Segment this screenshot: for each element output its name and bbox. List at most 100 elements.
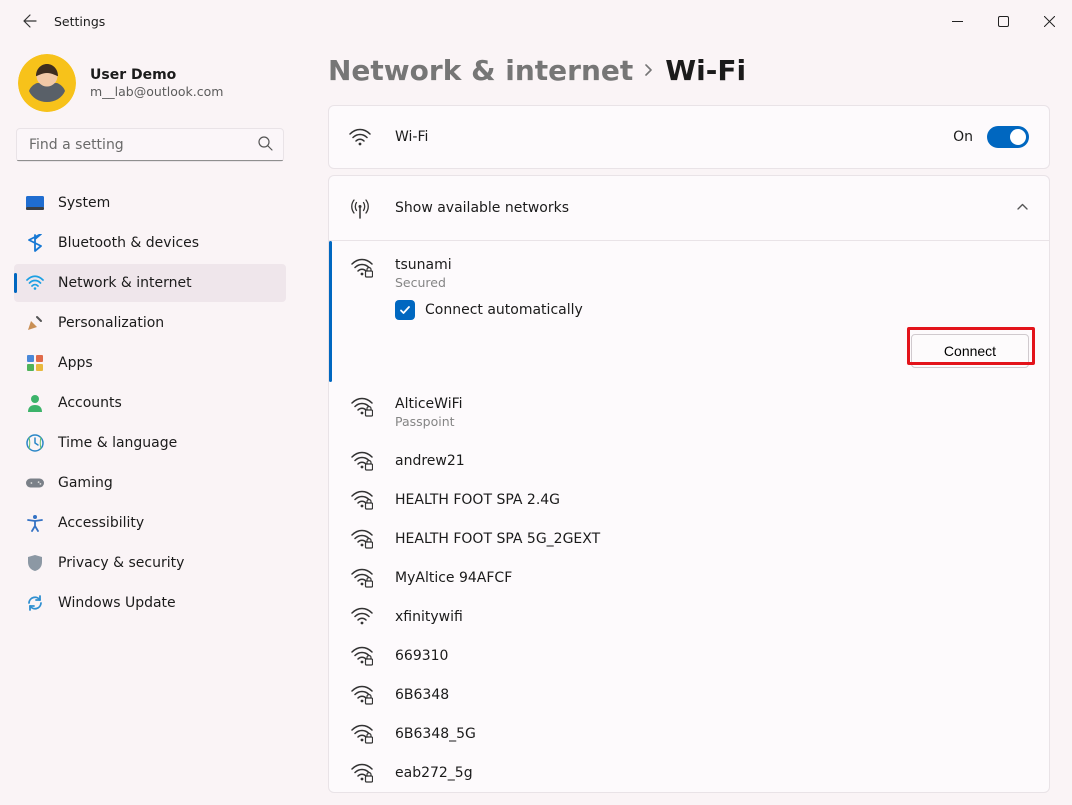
personalization-icon [26, 314, 44, 332]
titlebar: Settings [0, 0, 1072, 42]
time-icon [26, 434, 44, 452]
update-icon [26, 594, 44, 612]
sidebar-item-time[interactable]: Time & language [14, 424, 286, 462]
window-title: Settings [54, 14, 105, 29]
sidebar-item-personalization[interactable]: Personalization [14, 304, 286, 342]
user-name: User Demo [90, 67, 223, 83]
network-name: AlticeWiFi [395, 396, 463, 412]
available-networks-header[interactable]: Show available networks [329, 176, 1049, 240]
network-name: 6B6348_5G [395, 726, 476, 742]
network-item[interactable]: HEALTH FOOT SPA 2.4G [329, 480, 1049, 519]
sidebar-item-accounts[interactable]: Accounts [14, 384, 286, 422]
checkmark-icon [399, 304, 411, 316]
close-button[interactable] [1026, 0, 1072, 42]
chevron-up-icon [1016, 200, 1029, 217]
network-list: tsunami Secured Connect automatically Co… [329, 240, 1049, 792]
accessibility-icon [26, 514, 44, 532]
network-item[interactable]: eab272_5g [329, 753, 1049, 792]
wifi-secured-icon [351, 724, 375, 744]
network-item[interactable]: 6B6348 [329, 675, 1049, 714]
wifi-switch[interactable] [987, 126, 1029, 148]
network-name: HEALTH FOOT SPA 5G_2GEXT [395, 531, 600, 547]
network-name: 669310 [395, 648, 448, 664]
network-item[interactable]: xfinitywifi [329, 597, 1049, 636]
antenna-icon [349, 197, 373, 219]
sidebar-item-network[interactable]: Network & internet [14, 264, 286, 302]
wifi-secured-icon [351, 685, 375, 705]
breadcrumb-current: Wi-Fi [665, 54, 746, 87]
user-email: m__lab@outlook.com [90, 84, 223, 99]
sidebar-item-system[interactable]: System [14, 184, 286, 222]
sidebar-item-bluetooth[interactable]: Bluetooth & devices [14, 224, 286, 262]
connect-button[interactable]: Connect [911, 334, 1029, 368]
network-status: Secured [395, 275, 452, 290]
network-item[interactable]: HEALTH FOOT SPA 5G_2GEXT [329, 519, 1049, 558]
network-name: 6B6348 [395, 687, 449, 703]
network-item[interactable]: 6B6348_5G [329, 714, 1049, 753]
accounts-icon [26, 394, 44, 412]
back-button[interactable] [14, 5, 46, 37]
sidebar-item-label: Windows Update [58, 595, 176, 611]
network-item[interactable]: AlticeWiFi Passpoint [329, 382, 1049, 441]
maximize-icon [998, 16, 1009, 27]
network-name: eab272_5g [395, 765, 473, 781]
wifi-secured-icon [351, 397, 375, 417]
apps-icon [26, 354, 44, 372]
sidebar: User Demo m__lab@outlook.com System Bluet… [0, 42, 300, 805]
nav-list: System Bluetooth & devices Network & inter… [14, 184, 286, 622]
network-name: tsunami [395, 257, 452, 273]
sidebar-item-update[interactable]: Windows Update [14, 584, 286, 622]
sidebar-item-privacy[interactable]: Privacy & security [14, 544, 286, 582]
wifi-secured-icon [351, 529, 375, 549]
breadcrumb: Network & internet Wi-Fi [328, 54, 1050, 87]
wifi-secured-icon [351, 646, 375, 666]
main-panel: Network & internet Wi-Fi Wi-Fi On Show a… [300, 42, 1072, 805]
network-item[interactable]: MyAltice 94AFCF [329, 558, 1049, 597]
sidebar-item-label: Privacy & security [58, 555, 184, 571]
wifi-secured-icon [351, 763, 375, 783]
gaming-icon [26, 474, 44, 492]
wifi-secured-icon [351, 451, 375, 471]
chevron-right-icon [643, 60, 655, 81]
maximize-button[interactable] [980, 0, 1026, 42]
available-networks-card: Show available networks tsunami Secured [328, 175, 1050, 793]
wifi-icon [349, 128, 373, 146]
network-name: xfinitywifi [395, 609, 463, 625]
search-icon [258, 136, 273, 155]
search-input[interactable] [27, 136, 258, 154]
sidebar-item-label: Accessibility [58, 515, 144, 531]
sidebar-item-label: Apps [58, 355, 93, 371]
breadcrumb-parent[interactable]: Network & internet [328, 54, 633, 87]
wifi-open-icon [351, 607, 375, 627]
minimize-button[interactable] [934, 0, 980, 42]
sidebar-item-label: Personalization [58, 315, 164, 331]
bluetooth-icon [26, 234, 44, 252]
selected-network[interactable]: tsunami Secured Connect automatically Co… [329, 241, 1049, 382]
search-box[interactable] [16, 128, 284, 162]
network-item[interactable]: 669310 [329, 636, 1049, 675]
available-networks-label: Show available networks [395, 200, 1016, 216]
wifi-state: On [953, 129, 973, 145]
system-icon [26, 194, 44, 212]
sidebar-item-gaming[interactable]: Gaming [14, 464, 286, 502]
sidebar-item-label: Time & language [58, 435, 177, 451]
connect-auto-checkbox[interactable] [395, 300, 415, 320]
network-name: HEALTH FOOT SPA 2.4G [395, 492, 560, 508]
sidebar-item-accessibility[interactable]: Accessibility [14, 504, 286, 542]
sidebar-item-label: Bluetooth & devices [58, 235, 199, 251]
sidebar-item-label: Gaming [58, 475, 113, 491]
profile-block[interactable]: User Demo m__lab@outlook.com [18, 54, 282, 112]
network-item[interactable]: andrew21 [329, 441, 1049, 480]
sidebar-item-apps[interactable]: Apps [14, 344, 286, 382]
network-sub: Passpoint [395, 414, 463, 429]
arrow-left-icon [22, 13, 38, 29]
avatar [18, 54, 76, 112]
wifi-label: Wi-Fi [395, 129, 953, 145]
sidebar-item-label: System [58, 195, 110, 211]
network-icon [26, 274, 44, 292]
network-name: MyAltice 94AFCF [395, 570, 512, 586]
wifi-toggle-row[interactable]: Wi-Fi On [328, 105, 1050, 169]
wifi-secured-icon [351, 490, 375, 510]
connect-auto-label: Connect automatically [425, 302, 583, 318]
sidebar-item-label: Accounts [58, 395, 122, 411]
